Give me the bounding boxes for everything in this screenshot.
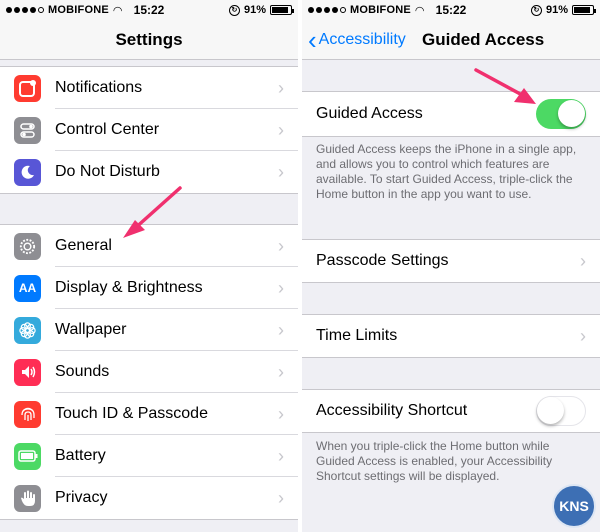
- chevron-right-icon: ›: [278, 361, 284, 382]
- passcode-group: Passcode Settings ›: [302, 239, 600, 283]
- display-icon: AA: [14, 274, 41, 302]
- passcode-settings-row[interactable]: Passcode Settings ›: [302, 240, 600, 282]
- speaker-icon: [14, 358, 41, 386]
- settings-item-label: General: [55, 237, 112, 254]
- settings-item-display-brightness[interactable]: AA Display & Brightness ›: [0, 267, 298, 309]
- settings-item-notifications[interactable]: Notifications ›: [0, 67, 298, 109]
- page-title: Settings: [115, 29, 183, 49]
- battery-percent: 91%: [545, 4, 568, 16]
- settings-item-label: Battery: [55, 447, 106, 464]
- chevron-left-icon: ‹: [308, 24, 317, 55]
- settings-item-label: Do Not Disturb: [55, 163, 160, 180]
- settings-group-2: General › AA Display & Brightness › Wall…: [0, 224, 298, 520]
- status-bar: MOBIFONE ◠ 15:22 ↻ 91%: [302, 0, 600, 20]
- fingerprint-icon: [14, 400, 41, 428]
- chevron-right-icon: ›: [278, 445, 284, 466]
- settings-item-touch-id-passcode[interactable]: Touch ID & Passcode ›: [0, 393, 298, 435]
- chevron-right-icon: ›: [278, 77, 284, 98]
- moon-icon: [14, 158, 41, 186]
- chevron-right-icon: ›: [278, 403, 284, 424]
- settings-item-wallpaper[interactable]: Wallpaper ›: [0, 309, 298, 351]
- nav-bar: Settings: [0, 20, 298, 60]
- wallpaper-icon: [14, 316, 41, 344]
- control-center-icon: [14, 116, 41, 144]
- settings-item-control-center[interactable]: Control Center ›: [0, 109, 298, 151]
- hand-icon: [14, 484, 41, 512]
- back-button[interactable]: ‹ Accessibility: [308, 24, 406, 55]
- settings-item-sounds[interactable]: Sounds ›: [0, 351, 298, 393]
- nav-bar: ‹ Accessibility Guided Access: [302, 20, 600, 60]
- chevron-right-icon: ›: [580, 325, 586, 346]
- back-button-label: Accessibility: [318, 30, 406, 48]
- passcode-settings-label: Passcode Settings: [316, 252, 449, 269]
- signal-strength-icon: [308, 7, 346, 13]
- wifi-icon: ◠: [414, 4, 425, 17]
- settings-item-privacy[interactable]: Privacy ›: [0, 477, 298, 519]
- chevron-right-icon: ›: [278, 487, 284, 508]
- rotation-lock-icon: ↻: [530, 4, 542, 16]
- guided-access-screen: MOBIFONE ◠ 15:22 ↻ 91% ‹ Accessibility G…: [302, 0, 600, 532]
- settings-item-label: Notifications: [55, 79, 143, 96]
- accessibility-shortcut-row: Accessibility Shortcut: [302, 390, 600, 432]
- accessibility-shortcut-description: When you triple-click the Home button wh…: [316, 439, 553, 483]
- wifi-icon: ◠: [112, 4, 123, 17]
- shortcut-group: Accessibility Shortcut: [302, 389, 600, 433]
- settings-group-1: Notifications › Control Center › Do Not …: [0, 66, 298, 194]
- guided-access-group: Guided Access: [302, 91, 600, 137]
- settings-item-label: Privacy: [55, 489, 108, 506]
- gear-icon: [14, 232, 41, 260]
- battery-icon: [14, 442, 41, 470]
- guided-access-row: Guided Access: [302, 92, 600, 136]
- battery-status-icon: [270, 5, 294, 15]
- guided-access-toggle[interactable]: [536, 99, 586, 129]
- rotation-lock-icon: ↻: [228, 4, 240, 16]
- signal-strength-icon: [6, 7, 44, 13]
- chevron-right-icon: ›: [278, 235, 284, 256]
- time-limits-label: Time Limits: [316, 327, 398, 344]
- chevron-right-icon: ›: [580, 250, 586, 271]
- settings-item-do-not-disturb[interactable]: Do Not Disturb ›: [0, 151, 298, 193]
- guided-access-description: Guided Access keeps the iPhone in a sing…: [316, 142, 577, 201]
- time-limits-row[interactable]: Time Limits ›: [302, 315, 600, 357]
- carrier-name: MOBIFONE: [48, 4, 109, 16]
- settings-item-label: Display & Brightness: [55, 279, 203, 296]
- battery-status-icon: [572, 5, 596, 15]
- settings-item-label: Touch ID & Passcode: [55, 405, 208, 422]
- chevron-right-icon: ›: [278, 119, 284, 140]
- settings-item-general[interactable]: General ›: [0, 225, 298, 267]
- accessibility-shortcut-toggle[interactable]: [536, 396, 586, 426]
- settings-item-battery[interactable]: Battery ›: [0, 435, 298, 477]
- settings-item-label: Control Center: [55, 121, 160, 138]
- settings-item-label: Wallpaper: [55, 321, 127, 338]
- page-title: Guided Access: [422, 29, 545, 49]
- time-limits-group: Time Limits ›: [302, 314, 600, 358]
- settings-item-label: Sounds: [55, 363, 110, 380]
- battery-percent: 91%: [243, 4, 266, 16]
- watermark-logo: KNS: [552, 484, 596, 528]
- chevron-right-icon: ›: [278, 277, 284, 298]
- chevron-right-icon: ›: [278, 161, 284, 182]
- notifications-icon: [14, 74, 41, 102]
- settings-screen: MOBIFONE ◠ 15:22 ↻ 91% Settings Notifica…: [0, 0, 298, 532]
- carrier-name: MOBIFONE: [350, 4, 411, 16]
- chevron-right-icon: ›: [278, 319, 284, 340]
- status-bar: MOBIFONE ◠ 15:22 ↻ 91%: [0, 0, 298, 20]
